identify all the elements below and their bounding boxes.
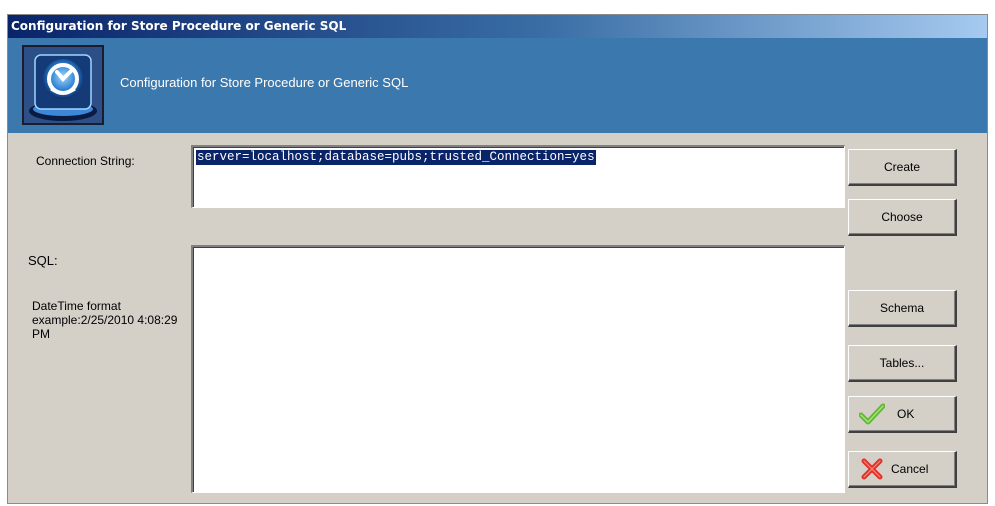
- banner-title: Configuration for Store Procedure or Gen…: [120, 75, 409, 90]
- connection-string-value: server=localhost;database=pubs;trusted_C…: [196, 150, 596, 165]
- server-connection-icon: [22, 45, 104, 125]
- connection-string-input[interactable]: server=localhost;database=pubs;trusted_C…: [191, 145, 845, 208]
- cancel-button[interactable]: Cancel: [848, 451, 957, 488]
- sql-label: SQL:: [28, 253, 58, 268]
- ok-button[interactable]: OK: [848, 396, 957, 433]
- x-icon: [861, 458, 883, 480]
- create-button-label: Create: [883, 160, 921, 174]
- tables-button[interactable]: Tables...: [848, 345, 957, 382]
- window-title: Configuration for Store Procedure or Gen…: [8, 15, 987, 38]
- schema-button[interactable]: Schema: [848, 290, 957, 327]
- choose-button-label: Choose: [881, 210, 923, 224]
- checkmark-icon: [859, 403, 885, 425]
- tables-button-label: Tables...: [879, 356, 925, 370]
- sql-input[interactable]: [191, 245, 845, 493]
- config-dialog: Configuration for Store Procedure or Gen…: [7, 14, 988, 504]
- cancel-button-label: Cancel: [891, 462, 929, 476]
- create-button[interactable]: Create: [848, 149, 957, 186]
- header-banner: Configuration for Store Procedure or Gen…: [8, 38, 987, 133]
- choose-button[interactable]: Choose: [848, 199, 957, 236]
- connection-string-label: Connection String:: [36, 154, 135, 168]
- datetime-format-hint: DateTime format example:2/25/2010 4:08:2…: [32, 299, 178, 341]
- schema-button-label: Schema: [879, 301, 925, 315]
- ok-button-label: OK: [897, 407, 915, 421]
